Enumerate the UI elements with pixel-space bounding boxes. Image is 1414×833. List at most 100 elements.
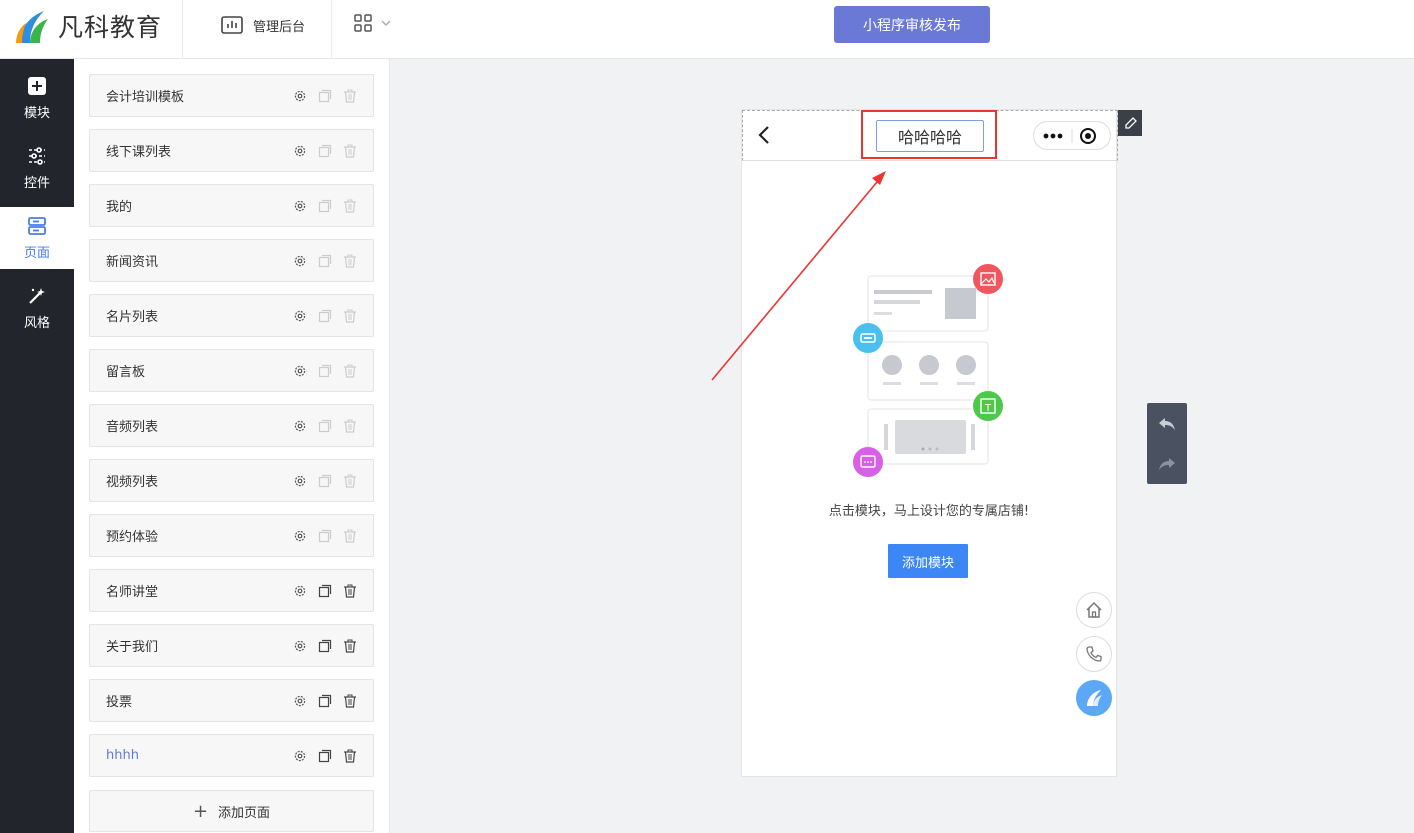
delete-icon[interactable] xyxy=(343,419,357,433)
page-list-item[interactable]: 线下课列表 xyxy=(89,129,374,172)
page-list-item-label: 名片列表 xyxy=(106,310,159,325)
page-list-item[interactable]: 视频列表 xyxy=(89,459,374,502)
brand-logo-icon xyxy=(1087,690,1102,706)
home-float-button[interactable] xyxy=(1076,592,1112,628)
copy-icon[interactable] xyxy=(318,364,332,378)
page-list-item[interactable]: 会计培训模板 xyxy=(89,74,374,117)
phone-float-button[interactable] xyxy=(1076,636,1112,672)
sliders-icon xyxy=(29,146,45,165)
settings-icon[interactable] xyxy=(293,419,307,433)
page-list-item[interactable]: 新闻资讯 xyxy=(89,239,374,282)
chart-icon xyxy=(221,16,243,34)
settings-icon[interactable] xyxy=(293,199,307,213)
sidebar: 模块 控件 页面 风格 xyxy=(0,59,74,833)
admin-label: 管理后台 xyxy=(253,19,306,35)
copy-icon[interactable] xyxy=(318,694,332,708)
delete-icon[interactable] xyxy=(343,584,357,598)
divider xyxy=(182,0,183,59)
home-icon xyxy=(1086,601,1102,618)
history-panel xyxy=(1147,403,1187,484)
copy-icon[interactable] xyxy=(318,419,332,433)
copy-icon[interactable] xyxy=(318,254,332,268)
page-list-item-label: 我的 xyxy=(106,200,133,215)
sidebar-item-modules[interactable]: 模块 xyxy=(0,67,74,129)
settings-icon[interactable] xyxy=(293,584,307,598)
copy-icon[interactable] xyxy=(318,584,332,598)
top-bar: 凡科教育 管理后台 小程序审核发布 xyxy=(0,0,1414,59)
delete-icon[interactable] xyxy=(343,254,357,268)
svg-text:T: T xyxy=(984,403,992,414)
add-page-button[interactable]: + 添加页面 xyxy=(89,790,374,832)
delete-icon[interactable] xyxy=(343,199,357,213)
magic-wand-icon xyxy=(29,287,45,304)
add-module-button[interactable]: 添加模块 xyxy=(888,544,968,578)
page-list-item[interactable]: 投票 xyxy=(89,679,374,722)
copy-icon[interactable] xyxy=(318,749,332,763)
plus-square-icon xyxy=(28,76,46,95)
grid-icon xyxy=(354,14,372,32)
brand-float-button[interactable] xyxy=(1076,680,1112,716)
delete-icon[interactable] xyxy=(343,474,357,488)
copy-icon[interactable] xyxy=(318,89,332,103)
plus-icon: + xyxy=(192,800,209,822)
edit-header-button[interactable] xyxy=(1118,110,1142,136)
apps-menu-button[interactable] xyxy=(354,14,392,32)
page-list-item[interactable]: 关于我们 xyxy=(89,624,374,667)
delete-icon[interactable] xyxy=(343,639,357,653)
settings-icon[interactable] xyxy=(293,529,307,543)
delete-icon[interactable] xyxy=(343,749,357,763)
publish-button[interactable]: 小程序审核发布 xyxy=(834,6,990,43)
delete-icon[interactable] xyxy=(343,364,357,378)
sidebar-item-label: 模块 xyxy=(23,105,50,121)
sidebar-item-controls[interactable]: 控件 xyxy=(0,137,74,199)
settings-icon[interactable] xyxy=(293,474,307,488)
page-list-item-label: 音频列表 xyxy=(106,420,159,435)
more-dots-icon xyxy=(1043,128,1096,144)
copy-icon[interactable] xyxy=(318,529,332,543)
page-list-item-label: 留言板 xyxy=(106,365,146,380)
copy-icon[interactable] xyxy=(318,199,332,213)
page-list-item[interactable]: 名师讲堂 xyxy=(89,569,374,612)
page-list-item[interactable]: 留言板 xyxy=(89,349,374,392)
page-list-item[interactable]: 音频列表 xyxy=(89,404,374,447)
settings-icon[interactable] xyxy=(293,639,307,653)
settings-icon[interactable] xyxy=(293,254,307,268)
settings-icon[interactable] xyxy=(293,309,307,323)
logo[interactable]: 凡科教育 xyxy=(14,6,182,46)
page-list-item[interactable]: 名片列表 xyxy=(89,294,374,337)
settings-icon[interactable] xyxy=(293,144,307,158)
sidebar-item-style[interactable]: 风格 xyxy=(0,277,74,339)
page-list-item[interactable]: 我的 xyxy=(89,184,374,227)
page-layout-icon xyxy=(28,216,46,235)
undo-button[interactable] xyxy=(1147,404,1187,444)
copy-icon[interactable] xyxy=(318,639,332,653)
copy-icon[interactable] xyxy=(318,309,332,323)
page-list-item[interactable]: 预约体验 xyxy=(89,514,374,557)
page-list-item-label: 视频列表 xyxy=(106,475,159,490)
sidebar-item-label: 风格 xyxy=(23,315,50,331)
admin-link[interactable]: 管理后台 xyxy=(221,14,305,36)
annotation-highlight-box xyxy=(861,110,997,159)
sidebar-item-label: 控件 xyxy=(23,175,50,191)
settings-icon[interactable] xyxy=(293,749,307,763)
pencil-icon xyxy=(1125,117,1137,129)
delete-icon[interactable] xyxy=(343,144,357,158)
copy-icon[interactable] xyxy=(318,144,332,158)
delete-icon[interactable] xyxy=(343,89,357,103)
delete-icon[interactable] xyxy=(343,694,357,708)
undo-icon xyxy=(1159,418,1175,430)
page-list-item-label: 会计培训模板 xyxy=(106,90,185,105)
copy-icon[interactable] xyxy=(318,474,332,488)
settings-icon[interactable] xyxy=(293,694,307,708)
delete-icon[interactable] xyxy=(343,309,357,323)
settings-icon[interactable] xyxy=(293,89,307,103)
settings-icon[interactable] xyxy=(293,364,307,378)
delete-icon[interactable] xyxy=(343,529,357,543)
page-list-item[interactable]: hhhh xyxy=(89,734,374,777)
back-icon[interactable] xyxy=(757,124,771,146)
redo-button[interactable] xyxy=(1147,444,1187,484)
page-list-item-label: 线下课列表 xyxy=(106,145,172,160)
chevron-down-icon xyxy=(381,20,391,26)
page-list-item-label: 新闻资讯 xyxy=(106,255,159,270)
sidebar-item-pages[interactable]: 页面 xyxy=(0,207,74,269)
